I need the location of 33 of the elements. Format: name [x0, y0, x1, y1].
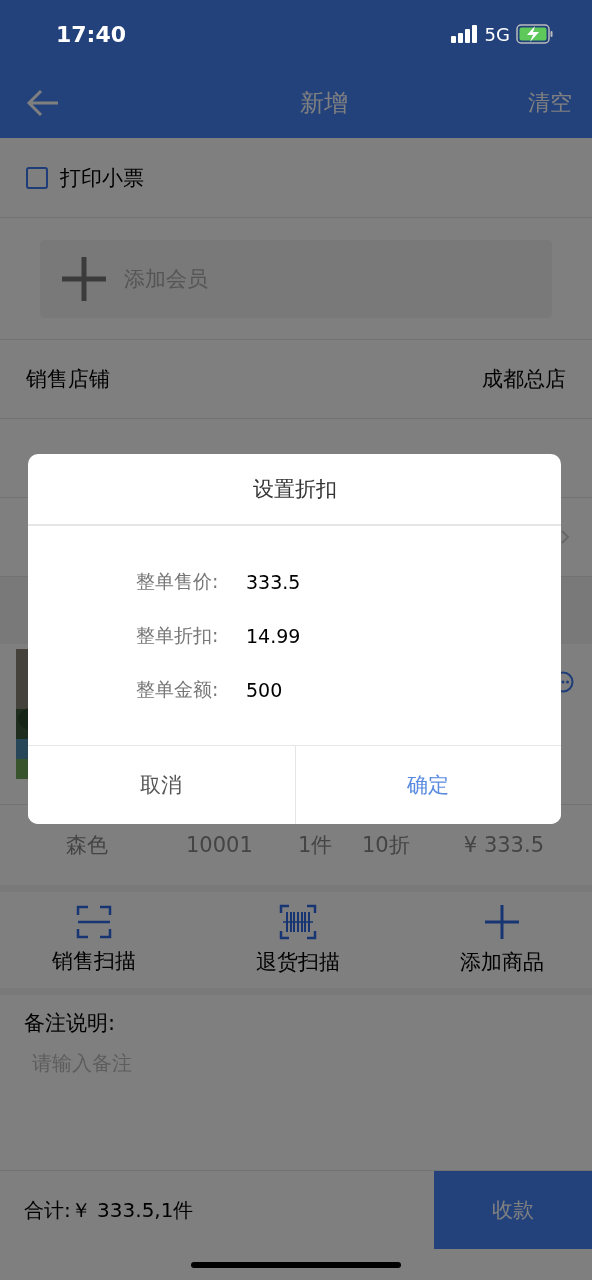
field-label: 整单售价:: [136, 568, 220, 594]
battery-icon: [516, 24, 554, 44]
field-value: 14.99: [246, 624, 301, 647]
barcode-scan-icon: [279, 904, 317, 940]
field-label: 整单折扣:: [136, 622, 220, 648]
page-title: 新增: [300, 88, 348, 119]
plus-icon: [60, 255, 108, 303]
row-value: 成都总店: [482, 366, 566, 393]
spec-text: 10折: [362, 832, 411, 859]
status-time: 17:40: [56, 21, 127, 47]
row-label: 销售店铺: [26, 366, 110, 393]
signal-icon: [450, 25, 479, 43]
spec-text: 10001: [186, 833, 254, 857]
scan-icon: [76, 905, 112, 939]
spec-text: 森色: [66, 832, 109, 859]
action-button[interactable]: 销售扫描: [52, 892, 136, 988]
action-button[interactable]: 退货扫描: [256, 892, 340, 988]
confirm-button[interactable]: 确定: [294, 746, 561, 824]
action-button[interactable]: 添加商品: [460, 892, 544, 988]
field-label: 整单金额:: [136, 676, 220, 702]
field-value: 500: [246, 678, 283, 701]
dialog-title: 设置折扣: [28, 454, 561, 526]
checkbox[interactable]: [26, 166, 48, 189]
chevron-icon: [560, 529, 570, 545]
total-text: 合计:￥ 333.5,1件: [23, 1196, 194, 1224]
spec-text: ¥ 333.5: [462, 833, 544, 857]
plus-icon: [484, 904, 520, 940]
spec-text: 1件: [298, 832, 334, 859]
remarks-label: 备注说明:: [24, 1010, 117, 1037]
print-receipt-label: 打印小票: [60, 164, 144, 192]
network-label: 5G: [484, 23, 510, 45]
field-value: 333.5: [246, 570, 301, 593]
back-arrow-icon[interactable]: [26, 88, 60, 118]
